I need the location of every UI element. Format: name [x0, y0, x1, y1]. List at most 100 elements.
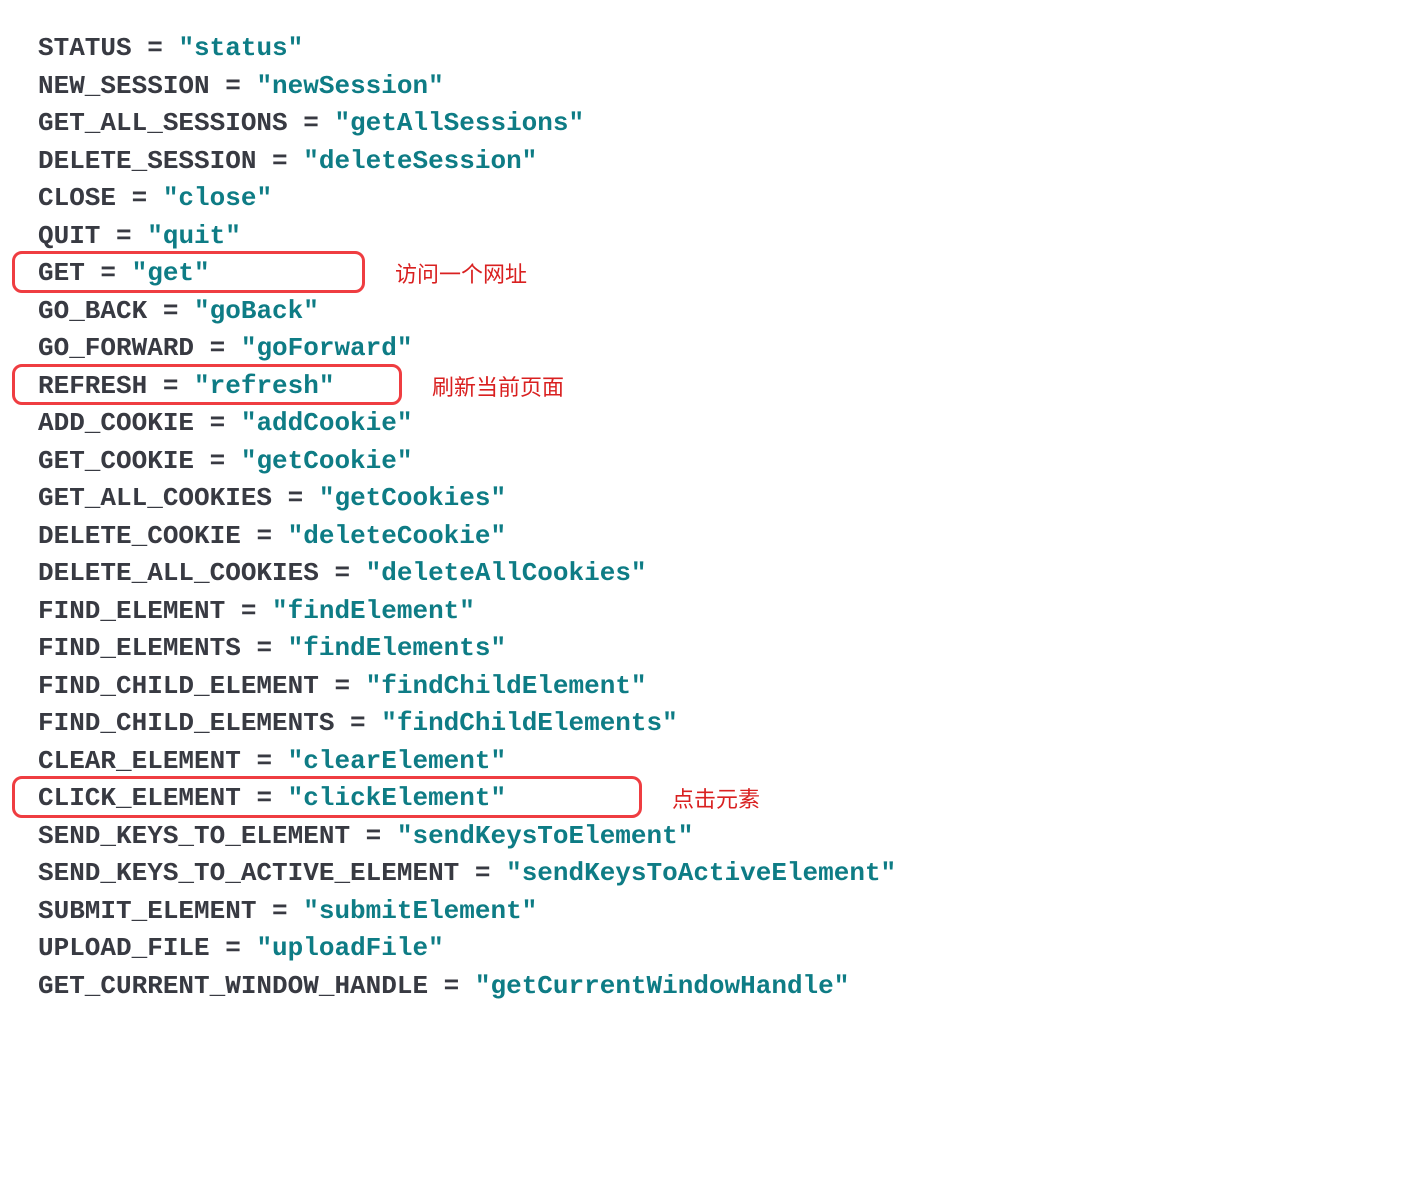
code-line: CLEAR_ELEMENT = "clearElement" — [0, 743, 1420, 781]
assignment-operator: = — [319, 671, 366, 701]
code-line: CLOSE = "close" — [0, 180, 1420, 218]
string-literal: "getCookies" — [319, 483, 506, 513]
assignment-operator: = — [194, 333, 241, 363]
string-literal: "findElement" — [272, 596, 475, 626]
assignment-operator: = — [132, 33, 179, 63]
code-line: FIND_CHILD_ELEMENTS = "findChildElements… — [0, 705, 1420, 743]
variable-name: FIND_CHILD_ELEMENT — [38, 671, 319, 701]
string-literal: "sendKeysToElement" — [397, 821, 693, 851]
string-literal: "deleteCookie" — [288, 521, 506, 551]
variable-name: UPLOAD_FILE — [38, 933, 210, 963]
variable-name: SUBMIT_ELEMENT — [38, 896, 256, 926]
code-line: GET_CURRENT_WINDOW_HANDLE = "getCurrentW… — [0, 968, 1420, 1006]
variable-name: DELETE_SESSION — [38, 146, 256, 176]
code-line: DELETE_SESSION = "deleteSession" — [0, 143, 1420, 181]
assignment-operator: = — [147, 296, 194, 326]
string-literal: "goForward" — [241, 333, 413, 363]
assignment-operator: = — [459, 858, 506, 888]
variable-name: CLICK_ELEMENT — [38, 783, 241, 813]
code-line: ADD_COOKIE = "addCookie" — [0, 405, 1420, 443]
variable-name: REFRESH — [38, 371, 147, 401]
string-literal: "goBack" — [194, 296, 319, 326]
assignment-operator: = — [288, 108, 335, 138]
assignment-operator: = — [210, 933, 257, 963]
variable-name: QUIT — [38, 221, 100, 251]
code-line: FIND_CHILD_ELEMENT = "findChildElement" — [0, 668, 1420, 706]
assignment-operator: = — [210, 71, 257, 101]
variable-name: FIND_CHILD_ELEMENTS — [38, 708, 334, 738]
code-line: GET_ALL_COOKIES = "getCookies" — [0, 480, 1420, 518]
string-literal: "findElements" — [288, 633, 506, 663]
code-line: GO_BACK = "goBack" — [0, 293, 1420, 331]
variable-name: ADD_COOKIE — [38, 408, 194, 438]
string-literal: "close" — [163, 183, 272, 213]
assignment-operator: = — [241, 521, 288, 551]
string-literal: "clickElement" — [288, 783, 506, 813]
variable-name: GET_CURRENT_WINDOW_HANDLE — [38, 971, 428, 1001]
code-line: SUBMIT_ELEMENT = "submitElement" — [0, 893, 1420, 931]
code-line: REFRESH = "refresh" — [0, 368, 1420, 406]
annotation-label: 点击元素 — [672, 782, 760, 814]
assignment-operator: = — [428, 971, 475, 1001]
code-line: GET_ALL_SESSIONS = "getAllSessions" — [0, 105, 1420, 143]
assignment-operator: = — [350, 821, 397, 851]
code-line: STATUS = "status" — [0, 30, 1420, 68]
string-literal: "sendKeysToActiveElement" — [506, 858, 896, 888]
string-literal: "refresh" — [194, 371, 334, 401]
string-literal: "getCurrentWindowHandle" — [475, 971, 849, 1001]
string-literal: "getCookie" — [241, 446, 413, 476]
code-line: SEND_KEYS_TO_ELEMENT = "sendKeysToElemen… — [0, 818, 1420, 856]
variable-name: GET_COOKIE — [38, 446, 194, 476]
assignment-operator: = — [256, 146, 303, 176]
assignment-operator: = — [116, 183, 163, 213]
string-literal: "deleteSession" — [303, 146, 537, 176]
variable-name: DELETE_ALL_COOKIES — [38, 558, 319, 588]
assignment-operator: = — [334, 708, 381, 738]
variable-name: CLOSE — [38, 183, 116, 213]
string-literal: "findChildElements" — [381, 708, 677, 738]
variable-name: SEND_KEYS_TO_ACTIVE_ELEMENT — [38, 858, 459, 888]
code-line: DELETE_COOKIE = "deleteCookie" — [0, 518, 1420, 556]
annotation-label: 访问一个网址 — [395, 257, 527, 289]
assignment-operator: = — [256, 896, 303, 926]
string-literal: "getAllSessions" — [334, 108, 584, 138]
code-line: SEND_KEYS_TO_ACTIVE_ELEMENT = "sendKeysT… — [0, 855, 1420, 893]
code-line: DELETE_ALL_COOKIES = "deleteAllCookies" — [0, 555, 1420, 593]
variable-name: NEW_SESSION — [38, 71, 210, 101]
variable-name: FIND_ELEMENT — [38, 596, 225, 626]
assignment-operator: = — [194, 446, 241, 476]
variable-name: FIND_ELEMENTS — [38, 633, 241, 663]
assignment-operator: = — [85, 258, 132, 288]
code-line: UPLOAD_FILE = "uploadFile" — [0, 930, 1420, 968]
string-literal: "quit" — [147, 221, 241, 251]
assignment-operator: = — [194, 408, 241, 438]
variable-name: GET_ALL_SESSIONS — [38, 108, 288, 138]
string-literal: "status" — [178, 33, 303, 63]
string-literal: "deleteAllCookies" — [366, 558, 647, 588]
string-literal: "newSession" — [256, 71, 443, 101]
code-line: FIND_ELEMENTS = "findElements" — [0, 630, 1420, 668]
string-literal: "uploadFile" — [256, 933, 443, 963]
code-line: NEW_SESSION = "newSession" — [0, 68, 1420, 106]
code-line: FIND_ELEMENT = "findElement" — [0, 593, 1420, 631]
string-literal: "submitElement" — [303, 896, 537, 926]
code-block: STATUS = "status"NEW_SESSION = "newSessi… — [0, 30, 1420, 1005]
variable-name: GO_FORWARD — [38, 333, 194, 363]
variable-name: DELETE_COOKIE — [38, 521, 241, 551]
assignment-operator: = — [241, 783, 288, 813]
code-line: GO_FORWARD = "goForward" — [0, 330, 1420, 368]
annotation-label: 刷新当前页面 — [432, 370, 564, 402]
string-literal: "addCookie" — [241, 408, 413, 438]
code-line: QUIT = "quit" — [0, 218, 1420, 256]
assignment-operator: = — [272, 483, 319, 513]
variable-name: CLEAR_ELEMENT — [38, 746, 241, 776]
assignment-operator: = — [100, 221, 147, 251]
assignment-operator: = — [241, 633, 288, 663]
variable-name: SEND_KEYS_TO_ELEMENT — [38, 821, 350, 851]
assignment-operator: = — [241, 746, 288, 776]
code-line: GET_COOKIE = "getCookie" — [0, 443, 1420, 481]
assignment-operator: = — [319, 558, 366, 588]
string-literal: "get" — [132, 258, 210, 288]
variable-name: GO_BACK — [38, 296, 147, 326]
code-line: GET = "get" — [0, 255, 1420, 293]
